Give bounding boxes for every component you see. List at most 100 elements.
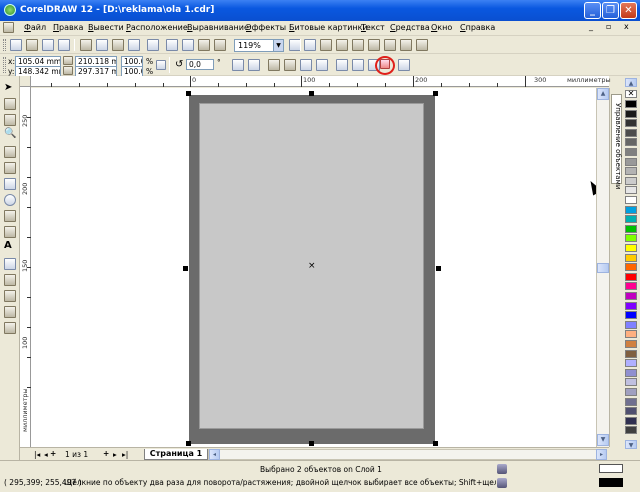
color-swatch[interactable] — [625, 234, 637, 243]
horizontal-ruler[interactable]: 0 100 200 300 миллиметры — [31, 76, 611, 87]
scroll-right-button[interactable]: ▸ — [596, 449, 607, 460]
selection-handle[interactable] — [433, 91, 438, 96]
color-swatch[interactable] — [625, 349, 637, 358]
outline-color-indicator[interactable] — [599, 478, 623, 487]
selection-handle[interactable] — [309, 441, 314, 446]
lock-ratio-icon[interactable] — [156, 60, 166, 70]
intersect-icon[interactable] — [398, 59, 410, 71]
selection-handle[interactable] — [309, 91, 314, 96]
color-swatch[interactable] — [625, 196, 637, 204]
menu-effects[interactable]: Эффекты — [246, 23, 286, 32]
color-swatch[interactable] — [625, 359, 637, 368]
weld-icon[interactable] — [320, 39, 332, 51]
simplify-icon[interactable] — [368, 39, 380, 51]
import-icon[interactable] — [166, 39, 178, 51]
selection-handle[interactable] — [186, 91, 191, 96]
copy-icon[interactable] — [96, 39, 108, 51]
back-minus-front-icon[interactable] — [400, 39, 412, 51]
combine-icon[interactable] — [336, 59, 348, 71]
mirror-vertical-icon[interactable] — [248, 59, 260, 71]
menu-file[interactable]: Файл — [24, 23, 46, 32]
outline-pen-icon[interactable] — [497, 478, 507, 488]
scroll-left-button[interactable]: ◂ — [209, 449, 220, 460]
last-page-button[interactable]: ▸| — [122, 450, 128, 459]
crop-tool-icon[interactable] — [4, 114, 16, 126]
ellipse-tool-icon[interactable] — [4, 194, 16, 206]
basic-shapes-tool-icon[interactable] — [4, 226, 16, 238]
fill-color-indicator[interactable] — [599, 464, 623, 473]
palette-scroll-down-button[interactable]: ▼ — [625, 440, 637, 449]
menu-edit[interactable]: Правка — [53, 23, 83, 32]
prev-page-button[interactable]: ◂ — [44, 450, 48, 459]
color-swatch[interactable] — [625, 109, 637, 118]
add-page-after-button[interactable]: + — [103, 449, 109, 458]
color-swatch[interactable] — [625, 330, 637, 339]
fill-bucket-icon[interactable] — [497, 464, 507, 474]
rotation-angle-field[interactable]: 0,0 — [186, 59, 214, 70]
align-distribute-icon[interactable] — [268, 59, 280, 71]
application-launcher-icon[interactable] — [198, 39, 210, 51]
color-swatch[interactable] — [625, 397, 637, 406]
doc-close-button[interactable]: x — [624, 22, 629, 31]
page-tab[interactable]: Страница 1 — [144, 449, 208, 460]
redo-icon[interactable] — [147, 39, 159, 51]
drawing-canvas[interactable]: × — [31, 88, 596, 447]
menu-arrange[interactable]: Расположение — [126, 23, 188, 32]
add-page-before-button[interactable]: + — [50, 449, 56, 458]
zoom-tool-icon[interactable]: 🔍 — [4, 128, 16, 140]
save-icon[interactable] — [42, 39, 54, 51]
color-swatch[interactable] — [625, 100, 637, 108]
open-file-icon[interactable] — [26, 39, 38, 51]
color-swatch[interactable] — [625, 388, 637, 396]
color-swatch[interactable] — [625, 119, 637, 128]
color-swatch[interactable] — [625, 378, 637, 387]
color-swatch[interactable] — [625, 311, 637, 320]
scroll-up-button[interactable]: ▲ — [597, 88, 609, 100]
doc-restore-button[interactable]: ▫ — [606, 22, 611, 31]
zoom-level-select[interactable]: 119% ▼ — [234, 39, 284, 52]
group-icon[interactable] — [300, 59, 312, 71]
color-swatch[interactable] — [625, 292, 637, 300]
menu-text[interactable]: Текст — [361, 23, 385, 32]
color-swatch[interactable] — [625, 167, 637, 176]
palette-scroll-up-button[interactable]: ▲ — [625, 78, 637, 87]
scroll-thumb[interactable] — [597, 263, 609, 273]
selection-handle[interactable] — [433, 441, 438, 446]
intersect-icon[interactable] — [352, 39, 364, 51]
color-swatch[interactable] — [625, 148, 637, 156]
break-apart-icon[interactable] — [352, 59, 364, 71]
cut-icon[interactable] — [80, 39, 92, 51]
menu-bitmaps[interactable]: Битовые картинки — [289, 23, 368, 32]
text-tool-icon[interactable]: A — [4, 240, 16, 252]
color-swatch[interactable] — [625, 138, 637, 147]
boundary-icon[interactable] — [416, 39, 428, 51]
selection-handle[interactable] — [186, 441, 191, 446]
color-swatch[interactable] — [625, 301, 637, 310]
selection-handle[interactable] — [183, 266, 188, 271]
docker-tab-object-manager[interactable]: Управление объектами — [611, 94, 622, 189]
menu-tools[interactable]: Средства — [390, 23, 430, 32]
new-file-icon[interactable] — [10, 39, 22, 51]
ruler-origin[interactable] — [20, 76, 31, 87]
color-swatch[interactable] — [625, 176, 637, 185]
menu-help[interactable]: Справка — [460, 23, 495, 32]
menu-window[interactable]: Окно — [431, 23, 452, 32]
no-color-swatch[interactable]: ✕ — [625, 90, 637, 98]
vertical-ruler[interactable]: 250 200 150 100 миллиметры — [20, 87, 31, 447]
close-button[interactable]: ✕ — [620, 2, 637, 19]
color-swatch[interactable] — [625, 253, 637, 262]
outline-tool-icon[interactable] — [4, 290, 16, 302]
interactive-blend-tool-icon[interactable] — [4, 258, 16, 270]
restore-button[interactable]: ❐ — [602, 2, 619, 19]
color-swatch[interactable] — [625, 340, 637, 348]
undo-icon[interactable] — [128, 39, 140, 51]
eyedropper-tool-icon[interactable] — [4, 274, 16, 286]
next-page-button[interactable]: ▸ — [113, 450, 117, 459]
corel-online-icon[interactable] — [214, 39, 226, 51]
print-icon[interactable] — [58, 39, 70, 51]
vertical-scrollbar[interactable]: ▲ ▼ — [596, 88, 609, 447]
color-swatch[interactable] — [625, 224, 637, 233]
chevron-down-icon[interactable]: ▼ — [273, 40, 283, 51]
wrap-text-icon[interactable] — [284, 59, 296, 71]
first-page-button[interactable]: |◂ — [34, 450, 40, 459]
